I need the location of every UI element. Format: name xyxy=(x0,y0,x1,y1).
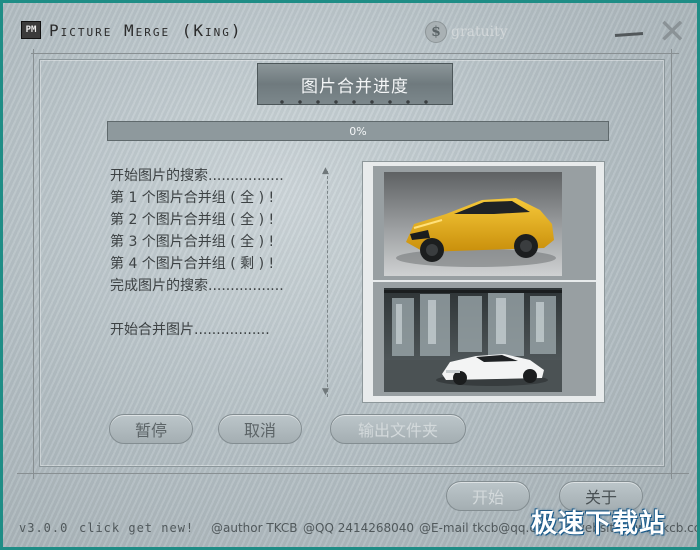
progress-percent: 0% xyxy=(349,124,367,138)
preview-slot-top xyxy=(373,166,596,280)
cancel-button[interactable]: 取消 xyxy=(218,414,302,444)
log-line: 第 2 个图片合并组 ( 全 ) ! xyxy=(110,212,275,228)
frame-divider-left xyxy=(33,49,34,479)
frame-divider-right xyxy=(671,49,672,479)
get-new-link[interactable]: click get new! xyxy=(79,521,194,535)
dollar-coin-icon: $ xyxy=(425,21,447,43)
log-line: 开始合并图片................. xyxy=(110,322,270,338)
frame-divider-top xyxy=(31,53,679,54)
gratuity-link[interactable]: $ gratuity xyxy=(425,21,508,43)
log-line: 第 1 个图片合并组 ( 全 ) ! xyxy=(110,190,275,206)
scroll-down-arrow-icon[interactable]: ▼ xyxy=(322,387,329,397)
gratuity-label: gratuity xyxy=(451,24,508,40)
app-logo-icon: PM xyxy=(21,21,41,39)
site-watermark: 极速下载站 xyxy=(531,509,667,539)
author-label: @author TKCB xyxy=(211,521,298,535)
white-coupe-photo xyxy=(384,288,562,392)
preview-slot-bottom xyxy=(373,282,596,396)
output-folder-button[interactable]: 输出文件夹 xyxy=(330,414,466,444)
version-label: v3.0.0 xyxy=(19,521,69,535)
merge-log: 开始图片的搜索................. 第 1 个图片合并组 ( 全 )… xyxy=(110,165,320,341)
merge-progress-bar: 0% xyxy=(107,121,609,141)
header-rivets xyxy=(273,99,439,105)
frame-divider-bottom xyxy=(17,473,689,474)
merge-preview xyxy=(362,161,605,403)
log-line: 开始图片的搜索................. xyxy=(110,168,284,184)
log-line: 完成图片的搜索................. xyxy=(110,278,284,294)
yellow-suv-photo xyxy=(384,172,562,276)
qq-label: @QQ 2414268040 xyxy=(303,521,415,535)
log-spacer xyxy=(110,297,320,319)
log-line: 第 4 个图片合并组 ( 剩 ) ! xyxy=(110,256,275,272)
close-button[interactable]: ✕ xyxy=(658,15,688,49)
minimize-button[interactable] xyxy=(615,23,643,43)
window-title: Picture Merge (King) xyxy=(49,21,243,40)
scroll-up-arrow-icon[interactable]: ▲ xyxy=(322,166,329,176)
pause-button[interactable]: 暂停 xyxy=(109,414,193,444)
log-line: 第 3 个图片合并组 ( 全 ) ! xyxy=(110,234,275,250)
start-button[interactable]: 开始 xyxy=(446,481,530,511)
app-window: PM Picture Merge (King) $ gratuity ✕ 图片合… xyxy=(0,0,700,550)
log-scroll-track[interactable] xyxy=(327,171,328,397)
